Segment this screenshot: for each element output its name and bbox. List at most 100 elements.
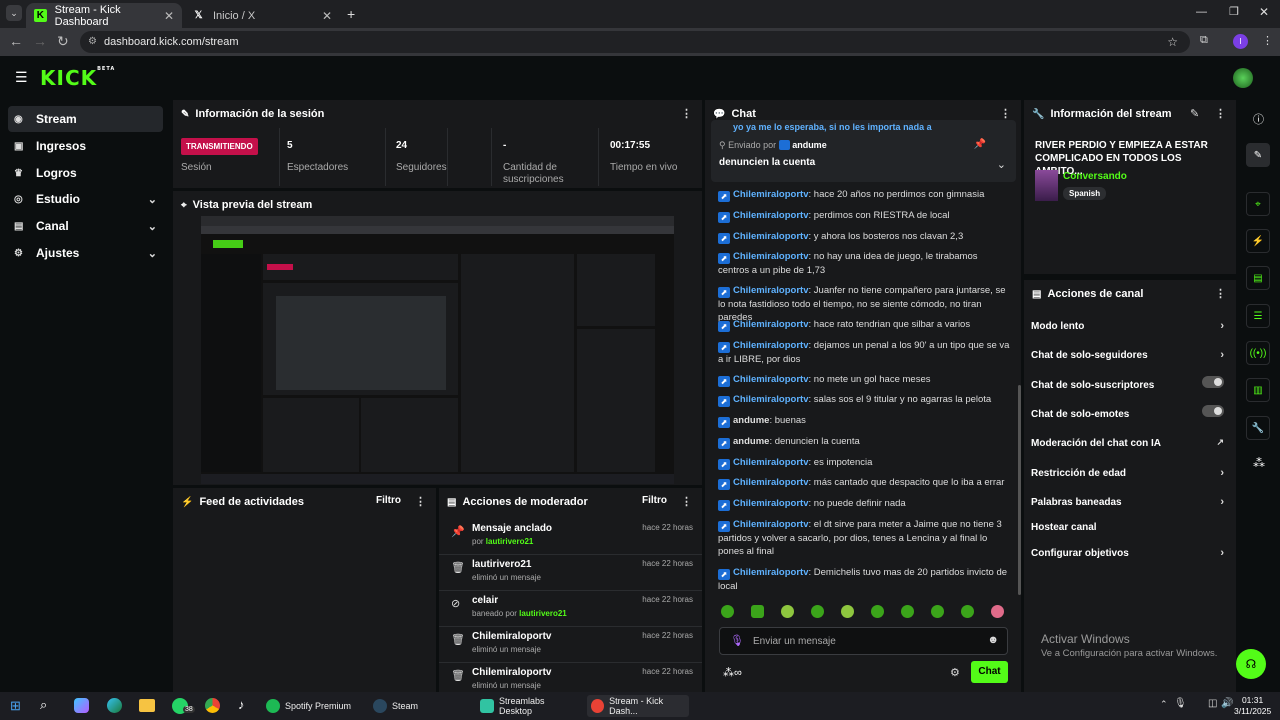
site-info-icon[interactable]: ⚙ bbox=[88, 31, 97, 53]
stream-preview-video[interactable] bbox=[201, 216, 674, 484]
emote-icon[interactable] bbox=[961, 605, 974, 618]
chat-message[interactable]: ⬈ andume: buenas bbox=[718, 414, 1010, 428]
emote-icon[interactable] bbox=[931, 605, 944, 618]
chat-username[interactable]: Chilemiraloportv bbox=[733, 340, 809, 351]
chat-message[interactable]: ⬈ Chilemiraloportv: es impotencia bbox=[718, 456, 1010, 470]
search-icon[interactable]: ⌕ bbox=[40, 697, 47, 713]
clock[interactable]: 01:31 3/11/2025 bbox=[1234, 695, 1271, 717]
emote-icon[interactable] bbox=[901, 605, 914, 618]
chat-toggle-icon[interactable]: ☰ bbox=[1246, 304, 1270, 328]
chat-username[interactable]: Chilemiraloportv bbox=[733, 519, 809, 530]
extensions-icon[interactable]: ⧉ bbox=[1200, 34, 1208, 47]
bookmark-star-icon[interactable]: ☆ bbox=[1167, 31, 1178, 53]
action-modo-lento[interactable]: Modo lento › bbox=[1031, 320, 1226, 332]
support-chat-button[interactable]: ☊ bbox=[1236, 649, 1266, 679]
chat-username[interactable]: Chilemiraloportv bbox=[733, 567, 809, 578]
profile-avatar[interactable]: I bbox=[1233, 34, 1248, 49]
sidebar-item-ajustes[interactable]: ⚙ Ajustes ⌄ bbox=[8, 240, 163, 266]
chat-settings-icon[interactable]: ⚙ bbox=[950, 666, 960, 679]
emote-icon[interactable] bbox=[781, 605, 794, 618]
moderator-action-row[interactable]: 📌 Mensaje anclado por lautirivero21 hace… bbox=[439, 519, 702, 555]
chat-message[interactable]: ⬈ Chilemiraloportv: y ahora los bosteros … bbox=[718, 230, 1010, 244]
network-icon[interactable]: ◫ bbox=[1208, 698, 1217, 709]
browser-menu-icon[interactable]: ⋮ bbox=[1262, 34, 1273, 47]
panel-menu-icon[interactable]: ⋮ bbox=[681, 495, 692, 508]
moderator-toggle-icon[interactable]: ▤ bbox=[1246, 266, 1270, 290]
chat-username[interactable]: Chilemiraloportv bbox=[733, 231, 809, 242]
edit-icon[interactable]: ✎ bbox=[1190, 107, 1199, 120]
moderator-action-row[interactable]: ⊘ celair baneado por lautirivero21 hace … bbox=[439, 591, 702, 627]
kick-logo[interactable]: KICKBETA bbox=[40, 66, 115, 90]
info-icon[interactable]: ⓘ bbox=[1253, 111, 1264, 127]
back-icon[interactable]: ← bbox=[9, 33, 23, 49]
chevron-down-icon[interactable]: ⌄ bbox=[997, 158, 1006, 171]
chat-message[interactable]: ⬈ Chilemiraloportv: hace rato tendrian qu… bbox=[718, 318, 1010, 332]
close-tab-icon[interactable]: ✕ bbox=[164, 9, 174, 23]
tab-x-home[interactable]: 𝕏 Inicio / X ✕ bbox=[184, 3, 340, 28]
chat-username[interactable]: Chilemiraloportv bbox=[733, 189, 809, 200]
panel-menu-icon[interactable]: ⋮ bbox=[1215, 287, 1226, 300]
panel-menu-icon[interactable]: ⋮ bbox=[681, 107, 692, 120]
chat-username[interactable]: Chilemiraloportv bbox=[733, 374, 809, 385]
community-icon[interactable]: ⁂∞ bbox=[723, 666, 742, 679]
minimize-window-button[interactable]: — bbox=[1196, 6, 1207, 18]
broadcast-toggle-icon[interactable]: ((•)) bbox=[1246, 341, 1270, 365]
sidebar-item-stream[interactable]: ◉ Stream bbox=[8, 106, 163, 132]
action-palabras-baneadas[interactable]: Palabras baneadas › bbox=[1031, 496, 1226, 508]
chat-message[interactable]: ⬈ Chilemiraloportv: salas sos el 9 titula… bbox=[718, 393, 1010, 407]
tab-kick-dashboard[interactable]: K Stream - Kick Dashboard ✕ bbox=[26, 3, 182, 28]
action-restriccion-edad[interactable]: Restricción de edad › bbox=[1031, 467, 1226, 479]
stream-info-toggle-icon[interactable]: 🔧 bbox=[1246, 416, 1270, 440]
close-window-button[interactable]: ✕ bbox=[1259, 5, 1269, 19]
moderator-action-row[interactable]: 🗑 Chilemiraloportv eliminó un mensaje ha… bbox=[439, 627, 702, 663]
chat-scrollbar[interactable] bbox=[1018, 385, 1021, 595]
chat-username[interactable]: Chilemiraloportv bbox=[733, 498, 809, 509]
panel-menu-icon[interactable]: ⋮ bbox=[1000, 107, 1011, 120]
emote-icon[interactable] bbox=[751, 605, 764, 618]
emote-icon[interactable] bbox=[991, 605, 1004, 618]
action-hostear-canal[interactable]: Hostear canal bbox=[1031, 522, 1226, 533]
chat-message[interactable]: ⬈ Chilemiraloportv: no mete un gol hace m… bbox=[718, 373, 1010, 387]
taskbar-app-spotify[interactable]: Spotify Premium bbox=[266, 695, 364, 717]
taskbar-app-steam[interactable]: Steam bbox=[373, 695, 471, 717]
channel-actions-toggle-icon[interactable]: ▥ bbox=[1246, 378, 1270, 402]
chat-message[interactable]: ⬈ Chilemiraloportv: hace 20 años no perdi… bbox=[718, 188, 1010, 202]
pinned-message[interactable]: yo ya me lo esperaba, si no les importa … bbox=[711, 120, 1016, 182]
chat-message[interactable]: ⬈ Chilemiraloportv: no hay una idea de ju… bbox=[718, 250, 1010, 277]
chat-message[interactable]: ⬈ Chilemiraloportv: el dt sirve para mete… bbox=[718, 518, 1010, 558]
chat-username[interactable]: andume bbox=[733, 415, 769, 426]
emote-icon[interactable] bbox=[871, 605, 884, 618]
action-solo-seguidores[interactable]: Chat de solo-seguidores › bbox=[1031, 349, 1226, 361]
activity-filter-button[interactable]: Filtro bbox=[376, 495, 401, 506]
emotes-only-toggle[interactable] bbox=[1202, 405, 1224, 417]
chat-message[interactable]: ⬈ Chilemiraloportv: dejamos un penal a lo… bbox=[718, 339, 1010, 366]
chat-input[interactable]: 🎙 Enviar un mensaje ☻ bbox=[719, 627, 1008, 655]
panel-menu-icon[interactable]: ⋮ bbox=[415, 495, 426, 508]
file-explorer-icon[interactable] bbox=[139, 699, 155, 712]
tab-list-button[interactable]: ⌄ bbox=[6, 5, 22, 21]
moderator-action-row[interactable]: 🗑 lautirivero21 eliminó un mensaje hace … bbox=[439, 555, 702, 591]
subscribers-only-toggle[interactable] bbox=[1202, 376, 1224, 388]
volume-icon[interactable]: 🔊 bbox=[1221, 698, 1233, 709]
chat-message[interactable]: ⬈ Chilemiraloportv: Demichelis tuvo mas d… bbox=[718, 566, 1010, 593]
sidebar-item-ingresos[interactable]: ▣ Ingresos bbox=[8, 133, 163, 159]
edit-layout-icon[interactable]: ✎ bbox=[1246, 143, 1270, 167]
sidebar-item-estudio[interactable]: ◎ Estudio ⌄ bbox=[8, 186, 163, 212]
chat-username[interactable]: Chilemiraloportv bbox=[733, 477, 809, 488]
emoji-icon[interactable]: ☻ bbox=[987, 634, 999, 646]
chat-username[interactable]: Chilemiraloportv bbox=[733, 319, 809, 330]
moderator-filter-button[interactable]: Filtro bbox=[642, 495, 667, 506]
category-name[interactable]: Conversando bbox=[1063, 171, 1127, 182]
microphone-icon[interactable]: 🎙 bbox=[730, 634, 744, 647]
chat-username[interactable]: Chilemiraloportv bbox=[733, 394, 809, 405]
chat-username[interactable]: Chilemiraloportv bbox=[733, 457, 809, 468]
microphone-tray-icon[interactable]: 🎙 bbox=[1174, 698, 1187, 709]
stream-preview-toggle-icon[interactable]: ⌖ bbox=[1246, 192, 1270, 216]
sidebar-item-canal[interactable]: ▤ Canal ⌄ bbox=[8, 213, 163, 239]
activity-toggle-icon[interactable]: ⚡ bbox=[1246, 229, 1270, 253]
unpin-icon[interactable]: 📌 bbox=[974, 139, 986, 150]
chat-username[interactable]: Chilemiraloportv bbox=[733, 251, 809, 262]
edge-icon[interactable] bbox=[107, 698, 122, 713]
emote-icon[interactable] bbox=[811, 605, 824, 618]
tiktok-icon[interactable]: ♪ bbox=[238, 697, 245, 712]
